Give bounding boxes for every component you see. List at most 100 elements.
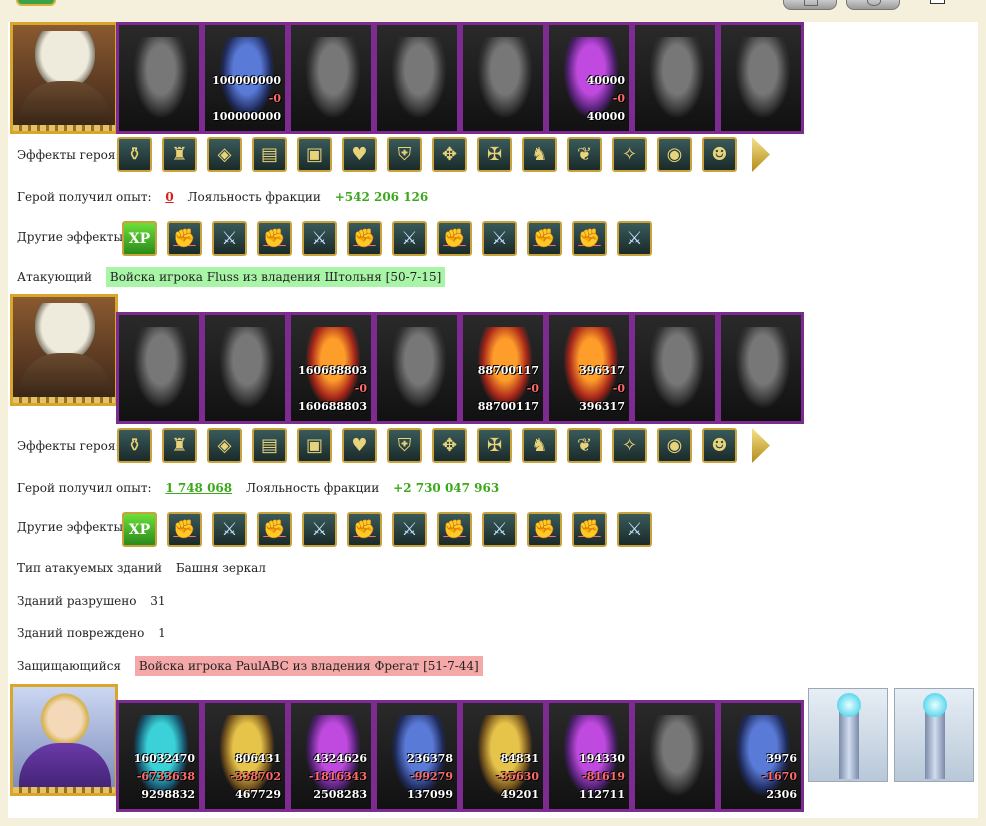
troop-card[interactable]: 160688803 -0 160688803 [288, 312, 374, 424]
sword-icon[interactable]: ⚔ [212, 512, 247, 547]
bag-icon[interactable]: ⚱ [117, 137, 152, 172]
troop-card[interactable]: 84831 -35630 49201 [460, 700, 546, 812]
troop-card[interactable]: 3976 -1670 2306 [718, 700, 804, 812]
treasure-icon[interactable]: ▣ [297, 137, 332, 172]
hero-portrait-1[interactable] [10, 22, 118, 134]
fist-icon[interactable]: ✊ [167, 512, 202, 547]
fist-icon[interactable]: ✊ [437, 221, 472, 256]
horse-icon[interactable]: ♞ [522, 137, 557, 172]
troop-card[interactable] [632, 22, 718, 134]
bag-icon[interactable]: ⚱ [117, 428, 152, 463]
troop-card[interactable] [632, 312, 718, 424]
sword-icon[interactable]: ⚔ [617, 512, 652, 547]
sword-icon[interactable]: ⚔ [212, 221, 247, 256]
hero-portrait-2[interactable] [10, 294, 118, 406]
mail-button[interactable] [783, 0, 837, 10]
hero-portrait-3[interactable] [10, 684, 118, 796]
fist-icon[interactable]: ✊ [347, 512, 382, 547]
hero-effects-row-1: ⚱ ♜ ◈ ▤ ▣ ♥ ⛨ ✥ ✠ ♞ ❦ ✧ ◉ ☻ [117, 137, 737, 172]
sword-icon[interactable]: ⚔ [482, 221, 517, 256]
troop-card[interactable] [718, 312, 804, 424]
wings-icon[interactable]: ❦ [567, 137, 602, 172]
troop-card[interactable]: 396317 -0 396317 [546, 312, 632, 424]
fist-icon[interactable]: ✊ [572, 221, 607, 256]
exp-row-1: Герой получил опыт: 0 Лояльность фракции… [17, 190, 429, 204]
sword-icon[interactable]: ⚔ [392, 512, 427, 547]
home-logo-button[interactable] [16, 0, 56, 6]
sword-icon[interactable]: ⚔ [302, 512, 337, 547]
fist-icon[interactable]: ✊ [527, 221, 562, 256]
chest-icon[interactable]: ◈ [207, 428, 242, 463]
troop-card[interactable] [288, 22, 374, 134]
troop-card[interactable] [374, 312, 460, 424]
troop-card[interactable]: 88700117 -0 88700117 [460, 312, 546, 424]
rune-icon[interactable]: ✥ [432, 428, 467, 463]
book-icon[interactable]: ▤ [252, 137, 287, 172]
fist-icon[interactable]: ✊ [347, 221, 382, 256]
claw-icon[interactable]: ✧ [612, 137, 647, 172]
fist-icon[interactable]: ✊ [572, 512, 607, 547]
orb-icon[interactable]: ◉ [657, 137, 692, 172]
window-icon[interactable] [930, 0, 945, 4]
fist-icon[interactable]: ✊ [437, 512, 472, 547]
mask-icon[interactable]: ☻ [702, 137, 737, 172]
sword-icon[interactable]: ⚔ [392, 221, 427, 256]
treasure-icon[interactable]: ▣ [297, 428, 332, 463]
troop-count-n1: 100000000 [212, 74, 281, 87]
sword-icon[interactable]: ⚔ [302, 221, 337, 256]
fist-icon[interactable]: ✊ [527, 512, 562, 547]
helm-icon[interactable]: ♜ [162, 137, 197, 172]
exp-value[interactable]: 1 748 068 [165, 481, 232, 495]
troop-card[interactable]: 40000 -0 40000 [546, 22, 632, 134]
sword-icon[interactable]: ⚔ [482, 512, 517, 547]
chest-icon[interactable]: ◈ [207, 137, 242, 172]
heart-icon[interactable]: ♥ [342, 428, 377, 463]
tower-icon[interactable] [894, 688, 974, 782]
defender-row: Защищающийся Войска игрока PaulABC из вл… [17, 656, 483, 676]
xp-icon[interactable]: XP [122, 512, 157, 547]
troop-count-n3: 88700117 [477, 400, 539, 413]
troop-card[interactable]: 100000000 -0 100000000 [202, 22, 288, 134]
rune-icon[interactable]: ✥ [432, 137, 467, 172]
cross-icon[interactable]: ✠ [477, 137, 512, 172]
troop-card[interactable] [632, 700, 718, 812]
troop-card[interactable] [718, 22, 804, 134]
horse-icon[interactable]: ♞ [522, 428, 557, 463]
other-effects-row-1: XP ✊ ⚔ ✊ ⚔ ✊ ⚔ ✊ ⚔ ✊ ✊ ⚔ [122, 221, 652, 256]
shield-icon[interactable]: ⛨ [387, 137, 422, 172]
troop-card[interactable] [116, 312, 202, 424]
troop-card[interactable] [374, 22, 460, 134]
fist-icon[interactable]: ✊ [167, 221, 202, 256]
helm-icon[interactable]: ♜ [162, 428, 197, 463]
wings-icon[interactable]: ❦ [567, 428, 602, 463]
sword-icon[interactable]: ⚔ [617, 221, 652, 256]
heart-icon[interactable]: ♥ [342, 137, 377, 172]
troop-count-n1: 396317 [579, 364, 625, 377]
creature-icon [649, 715, 705, 797]
fist-icon[interactable]: ✊ [257, 221, 292, 256]
creature-icon [649, 37, 705, 119]
troop-count-n2: -0 [612, 92, 625, 105]
tower-icon[interactable] [808, 688, 888, 782]
defender-name[interactable]: Войска игрока PaulABC из владения Фрегат… [134, 656, 483, 676]
troop-card[interactable] [460, 22, 546, 134]
troop-card[interactable] [116, 22, 202, 134]
troop-card[interactable]: 194330 -81619 112711 [546, 700, 632, 812]
attacker-name[interactable]: Войска игрока Fluss из владения Штольня … [105, 267, 446, 287]
troop-card[interactable]: 4324626 -1816343 2508283 [288, 700, 374, 812]
gear-icon [867, 0, 881, 6]
book-icon[interactable]: ▤ [252, 428, 287, 463]
troop-card[interactable] [202, 312, 288, 424]
xp-icon[interactable]: XP [122, 221, 157, 256]
cross-icon[interactable]: ✠ [477, 428, 512, 463]
mask-icon[interactable]: ☻ [702, 428, 737, 463]
exp-value[interactable]: 0 [165, 190, 173, 204]
fist-icon[interactable]: ✊ [257, 512, 292, 547]
troop-card[interactable]: 16032470 -6733638 9298832 [116, 700, 202, 812]
settings-button[interactable] [846, 0, 900, 10]
shield-icon[interactable]: ⛨ [387, 428, 422, 463]
troop-card[interactable]: 236378 -99279 137099 [374, 700, 460, 812]
orb-icon[interactable]: ◉ [657, 428, 692, 463]
claw-icon[interactable]: ✧ [612, 428, 647, 463]
troop-card[interactable]: 806431 -338702 467729 [202, 700, 288, 812]
